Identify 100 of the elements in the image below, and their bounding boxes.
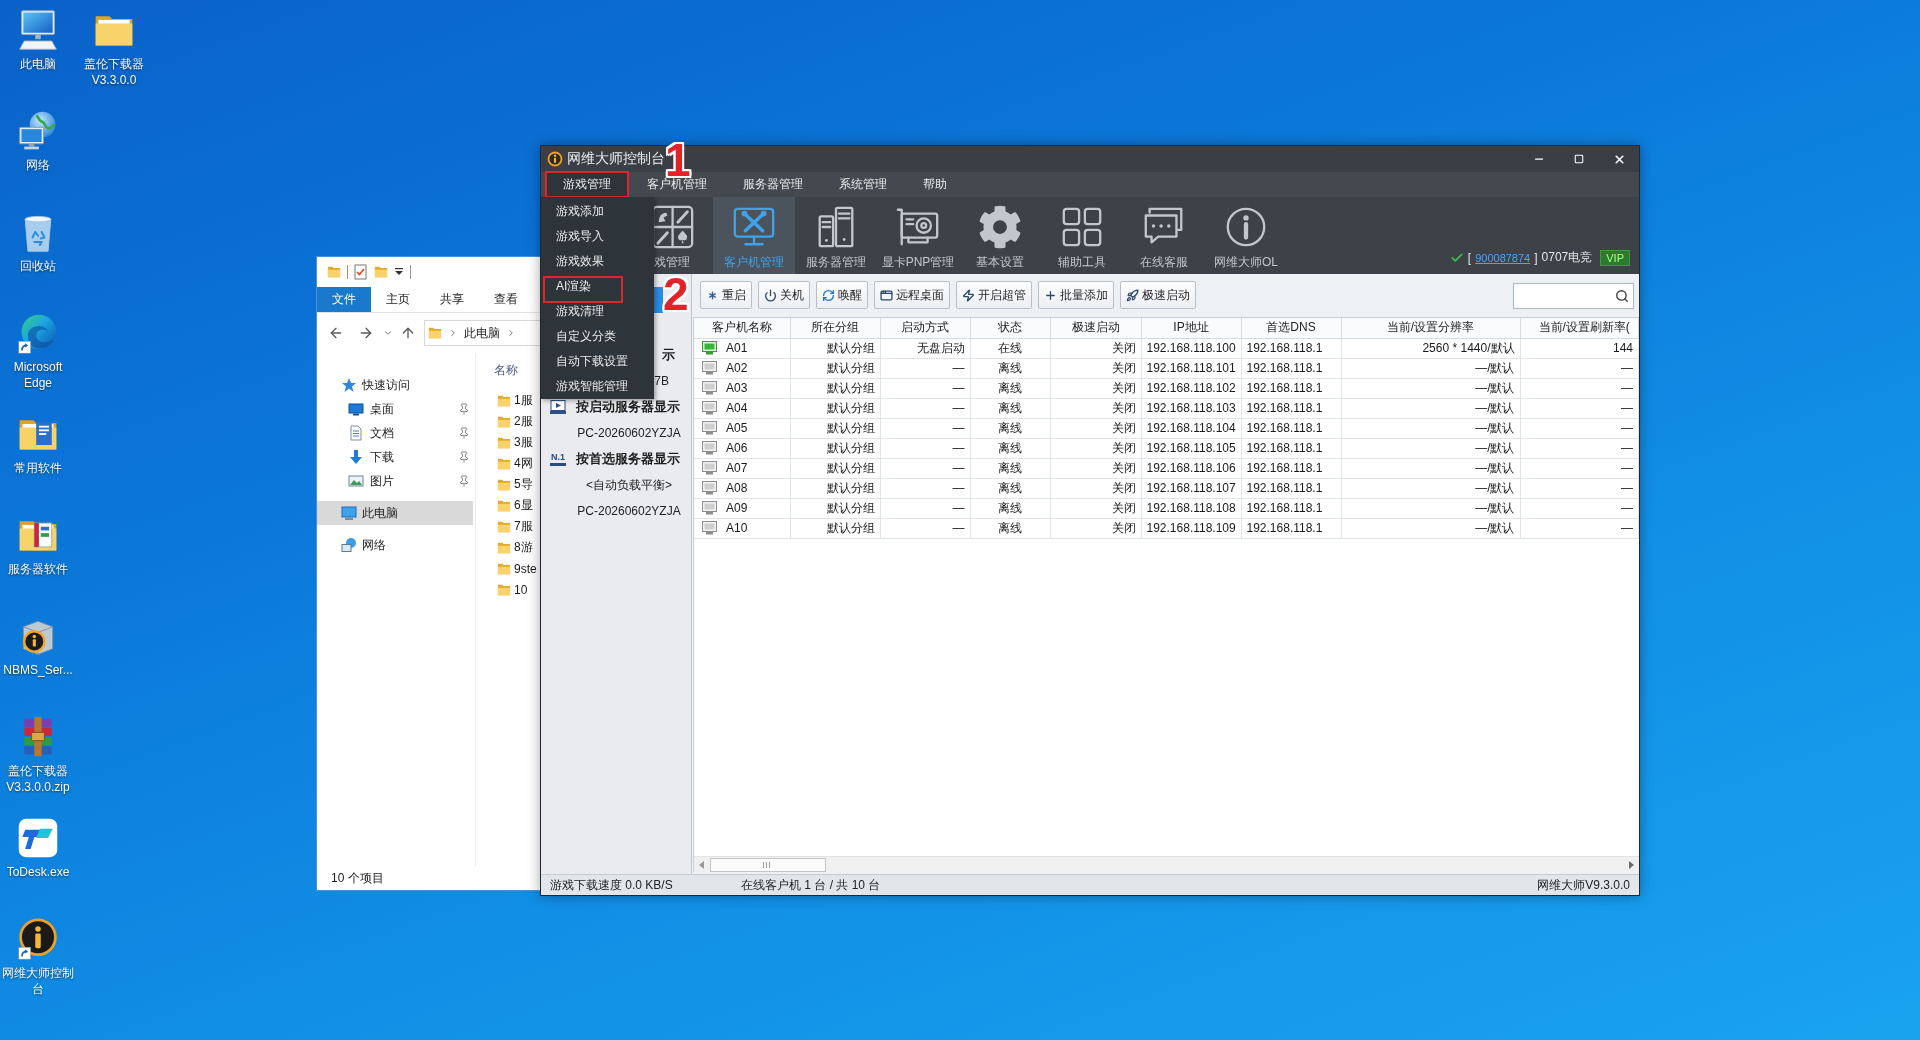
admin-mode-button[interactable]: 开启超管 bbox=[956, 281, 1032, 309]
table-cell: 默认分组 bbox=[790, 418, 880, 438]
nav-item[interactable]: 快速访问 bbox=[317, 373, 473, 397]
nav-item[interactable]: 桌面 bbox=[317, 397, 473, 421]
column-header[interactable]: IP地址 bbox=[1141, 318, 1241, 338]
desktop-item[interactable]: 盖伦下载器 V3.3.0.0 bbox=[76, 8, 152, 88]
table-cell: 无盘启动 bbox=[880, 338, 970, 358]
file-item[interactable]: 5导 bbox=[494, 474, 533, 495]
computer-icon bbox=[341, 505, 357, 521]
account-name: 0707电竞 bbox=[1541, 249, 1593, 266]
column-header[interactable]: 状态 bbox=[970, 318, 1050, 338]
file-item[interactable]: 10 bbox=[494, 579, 528, 600]
menu-item[interactable]: 帮助 bbox=[905, 172, 965, 197]
nav-item[interactable]: 此电脑 bbox=[317, 501, 473, 525]
file-item[interactable]: 3服 bbox=[494, 432, 533, 453]
toolbar-button[interactable]: 服务器管理 bbox=[795, 197, 877, 274]
account-id-link[interactable]: 900087874 bbox=[1475, 251, 1531, 264]
search-field[interactable] bbox=[1513, 283, 1634, 309]
menu-item[interactable]: 系统管理 bbox=[821, 172, 905, 197]
folder-icon bbox=[497, 519, 511, 534]
ribbon-tab[interactable]: 共享 bbox=[425, 287, 479, 312]
restart-button[interactable]: 重启 bbox=[700, 281, 752, 309]
column-header[interactable]: 极速启动 bbox=[1050, 318, 1141, 338]
desktop-item[interactable]: 此电脑 bbox=[0, 8, 76, 72]
desktop-item[interactable]: ToDesk.exe bbox=[0, 816, 76, 880]
file-item[interactable]: 6显 bbox=[494, 495, 533, 516]
table-cell: A02 bbox=[726, 361, 748, 375]
remote-desktop-button[interactable]: 远程桌面 bbox=[874, 281, 950, 309]
tree-item[interactable]: 示 bbox=[662, 347, 675, 363]
checklist-icon[interactable] bbox=[354, 264, 368, 280]
tree-item[interactable]: 按启动服务器显示 bbox=[541, 399, 691, 415]
table-cell: — bbox=[880, 438, 970, 458]
column-header[interactable]: 名称 bbox=[494, 360, 518, 380]
folder-icon bbox=[497, 540, 511, 555]
toolbar-button[interactable]: 戏管理 bbox=[653, 197, 713, 274]
ribbon-tab[interactable]: 文件 bbox=[317, 287, 371, 312]
menu-item[interactable]: 游戏添加 bbox=[541, 199, 654, 224]
table-cell: 离线 bbox=[970, 378, 1050, 398]
tree-item[interactable]: <自动负载平衡> bbox=[541, 477, 691, 493]
menu-item[interactable]: 游戏管理 bbox=[545, 172, 629, 197]
ribbon-tab[interactable]: 主页 bbox=[371, 287, 425, 312]
table-cell: 默认分组 bbox=[790, 478, 880, 498]
file-item[interactable]: 4网 bbox=[494, 453, 533, 474]
toolbar-button[interactable]: 网维大师OL bbox=[1205, 197, 1287, 274]
table-cell: 默认分组 bbox=[790, 378, 880, 398]
tree-item[interactable]: PC-20260602YZJA bbox=[541, 425, 691, 441]
file-item[interactable]: 8游 bbox=[494, 537, 533, 558]
column-header[interactable]: 当前/设置刷新率( bbox=[1520, 318, 1639, 338]
menu-item[interactable]: AI渲染 bbox=[541, 274, 654, 299]
ribbon-tab[interactable]: 查看 bbox=[479, 287, 533, 312]
shutdown-button[interactable]: 关机 bbox=[758, 281, 810, 309]
desktop-item[interactable]: 常用软件 bbox=[0, 412, 76, 476]
toolbar-button[interactable]: 在线客服 bbox=[1123, 197, 1205, 274]
desktop-item[interactable]: 回收站 bbox=[0, 210, 76, 274]
menu-item[interactable]: 游戏效果 bbox=[541, 249, 654, 274]
column-header[interactable]: 首选DNS bbox=[1241, 318, 1341, 338]
tree-item[interactable]: PC-20260602YZJA bbox=[541, 503, 691, 519]
forward-arrow-icon bbox=[358, 325, 374, 341]
desktop-item[interactable]: 网维大师控制台 bbox=[0, 917, 76, 997]
folder-icon bbox=[428, 326, 442, 340]
toolbar-button[interactable]: 辅助工具 bbox=[1041, 197, 1123, 274]
breadcrumb[interactable]: 此电脑 bbox=[464, 324, 500, 342]
column-header[interactable]: 所在分组 bbox=[790, 318, 880, 338]
desktop-item[interactable]: NBMS_Ser... bbox=[0, 614, 76, 678]
plus-icon bbox=[1044, 288, 1057, 302]
wake-button[interactable]: 唤醒 bbox=[816, 281, 868, 309]
table-cell: —/默认 bbox=[1341, 418, 1520, 438]
nav-item[interactable]: 下载 bbox=[317, 445, 473, 469]
table-cell: 192.168.118.1 bbox=[1241, 518, 1341, 538]
account-bracket: [ bbox=[1467, 250, 1472, 265]
toolbar-button[interactable]: 显卡PNP管理 bbox=[877, 197, 959, 274]
fast-boot-button[interactable]: 极速启动 bbox=[1120, 281, 1196, 309]
column-header[interactable]: 客户机名称 bbox=[694, 318, 790, 338]
desktop-item[interactable]: Microsoft Edge bbox=[0, 311, 76, 391]
file-item[interactable]: 7服 bbox=[494, 516, 533, 537]
desktop-item[interactable]: 盖伦下载器 V3.3.0.0.zip bbox=[0, 715, 76, 795]
menu-item[interactable]: 服务器管理 bbox=[725, 172, 821, 197]
caret-icon[interactable] bbox=[394, 266, 404, 278]
horizontal-scrollbar[interactable] bbox=[694, 856, 1639, 872]
menu-item[interactable]: 游戏智能管理 bbox=[541, 374, 654, 399]
nav-item[interactable]: 图片 bbox=[317, 469, 473, 493]
menu-item[interactable]: 游戏导入 bbox=[541, 224, 654, 249]
column-header[interactable]: 启动方式 bbox=[880, 318, 970, 338]
batch-add-button[interactable]: 批量添加 bbox=[1038, 281, 1114, 309]
desktop-item[interactable]: 网络 bbox=[0, 109, 76, 173]
tree-item[interactable]: N.1 按首选服务器显示 bbox=[541, 451, 691, 467]
column-header[interactable]: 当前/设置分辨率 bbox=[1341, 318, 1520, 338]
file-item[interactable]: 9ste bbox=[494, 558, 537, 579]
scrollbar-thumb[interactable] bbox=[710, 857, 826, 872]
menu-item[interactable]: 自动下载设置 bbox=[541, 349, 654, 374]
nav-item[interactable]: 网络 bbox=[317, 533, 473, 557]
file-item[interactable]: 1服 bbox=[494, 390, 533, 411]
desktop-item[interactable]: 服务器软件 bbox=[0, 513, 76, 577]
table-cell: A07 bbox=[726, 461, 748, 475]
table-cell: 关闭 bbox=[1050, 378, 1141, 398]
file-item[interactable]: 2服 bbox=[494, 411, 533, 432]
table-cell: —/默认 bbox=[1341, 358, 1520, 378]
toolbar-button[interactable]: 基本设置 bbox=[959, 197, 1041, 274]
tree-item[interactable]: 7B bbox=[654, 373, 669, 389]
nav-item[interactable]: 文档 bbox=[317, 421, 473, 445]
